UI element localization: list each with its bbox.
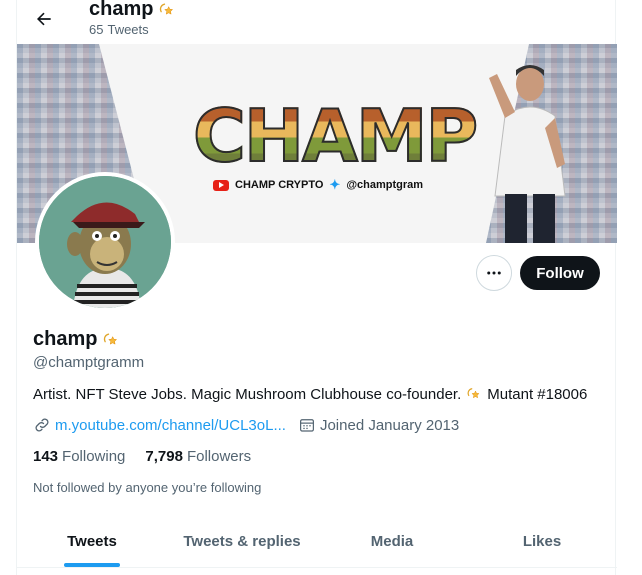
profile-column: champ 65 Tweets CHAMP CHAMP CRYPTO ✦ @cha… <box>16 0 617 575</box>
profile-stats: 143 Following 7,798 Followers <box>33 448 271 465</box>
tab-label: Tweets & replies <box>183 532 301 550</box>
banner-social-line: CHAMP CRYPTO ✦ @champtgram <box>213 177 423 193</box>
follow-button[interactable]: Follow <box>520 256 600 290</box>
header-name: champ <box>89 0 154 20</box>
tab-likes[interactable]: Likes <box>467 515 617 567</box>
twitter-bird-icon: ✦ <box>329 177 341 192</box>
header-tweet-count: 65 Tweets <box>89 22 149 37</box>
profile-website: m.youtube.com/channel/UCL3oL... <box>33 416 286 434</box>
joined-date: Joined January 2013 <box>319 416 460 434</box>
tab-media[interactable]: Media <box>317 515 467 567</box>
profile-joined: Joined January 2013 <box>298 416 459 434</box>
bio-text-part1: Artist. NFT Steve Jobs. Magic Mushroom C… <box>33 385 462 403</box>
dizzy-star-icon <box>104 333 118 345</box>
profile-header: champ 65 Tweets <box>17 0 617 44</box>
followers-label: Followers <box>186 448 252 465</box>
banner-person-image <box>489 65 566 243</box>
profile-meta: m.youtube.com/channel/UCL3oL... Joined J… <box>33 416 471 434</box>
youtube-icon <box>213 179 229 191</box>
dizzy-star-icon <box>160 3 174 15</box>
active-tab-indicator <box>64 563 120 567</box>
followers-count: 7,798 <box>145 448 183 465</box>
banner-twitter-handle: @champtgram <box>346 179 424 191</box>
tab-tweets[interactable]: Tweets <box>17 515 167 567</box>
followers-stat[interactable]: 7,798 Followers <box>145 448 251 465</box>
following-count: 143 <box>33 448 59 465</box>
tab-label: Likes <box>522 532 562 550</box>
avatar[interactable] <box>35 172 175 312</box>
ape-avatar-image <box>39 176 171 308</box>
not-followed-notice: Not followed by anyone you’re following <box>33 480 262 495</box>
profile-name: champ <box>33 328 121 351</box>
arrow-left-icon <box>37 12 51 26</box>
tab-tweets-and-replies[interactable]: Tweets & replies <box>167 515 317 567</box>
profile-handle: @champtgramm <box>33 354 145 371</box>
banner-channel-name: CHAMP CRYPTO <box>235 179 324 191</box>
banner-headline: CHAMP <box>192 94 479 178</box>
tweet-count-value: 65 <box>89 22 104 37</box>
profile-tabs: Tweets Tweets & replies Media Likes <box>17 515 617 568</box>
following-label: Following <box>62 448 126 465</box>
link-icon <box>35 418 49 432</box>
header-title: champ <box>89 0 177 21</box>
tab-label: Media <box>370 532 414 550</box>
more-options-button[interactable] <box>476 255 512 291</box>
following-stat[interactable]: 143 Following <box>33 448 125 465</box>
profile-display-name: champ <box>33 328 98 350</box>
dizzy-star-icon <box>467 388 480 399</box>
profile-bio: Artist. NFT Steve Jobs. Magic Mushroom C… <box>33 385 587 403</box>
website-link[interactable]: m.youtube.com/channel/UCL3oL... <box>55 417 286 434</box>
tab-label: Tweets <box>67 532 117 550</box>
calendar-icon <box>299 419 314 432</box>
back-button[interactable] <box>29 4 59 34</box>
bio-text-part2: Mutant #18006 <box>487 385 588 403</box>
more-horizontal-icon <box>487 271 501 275</box>
tweet-count-label: Tweets <box>107 22 149 37</box>
